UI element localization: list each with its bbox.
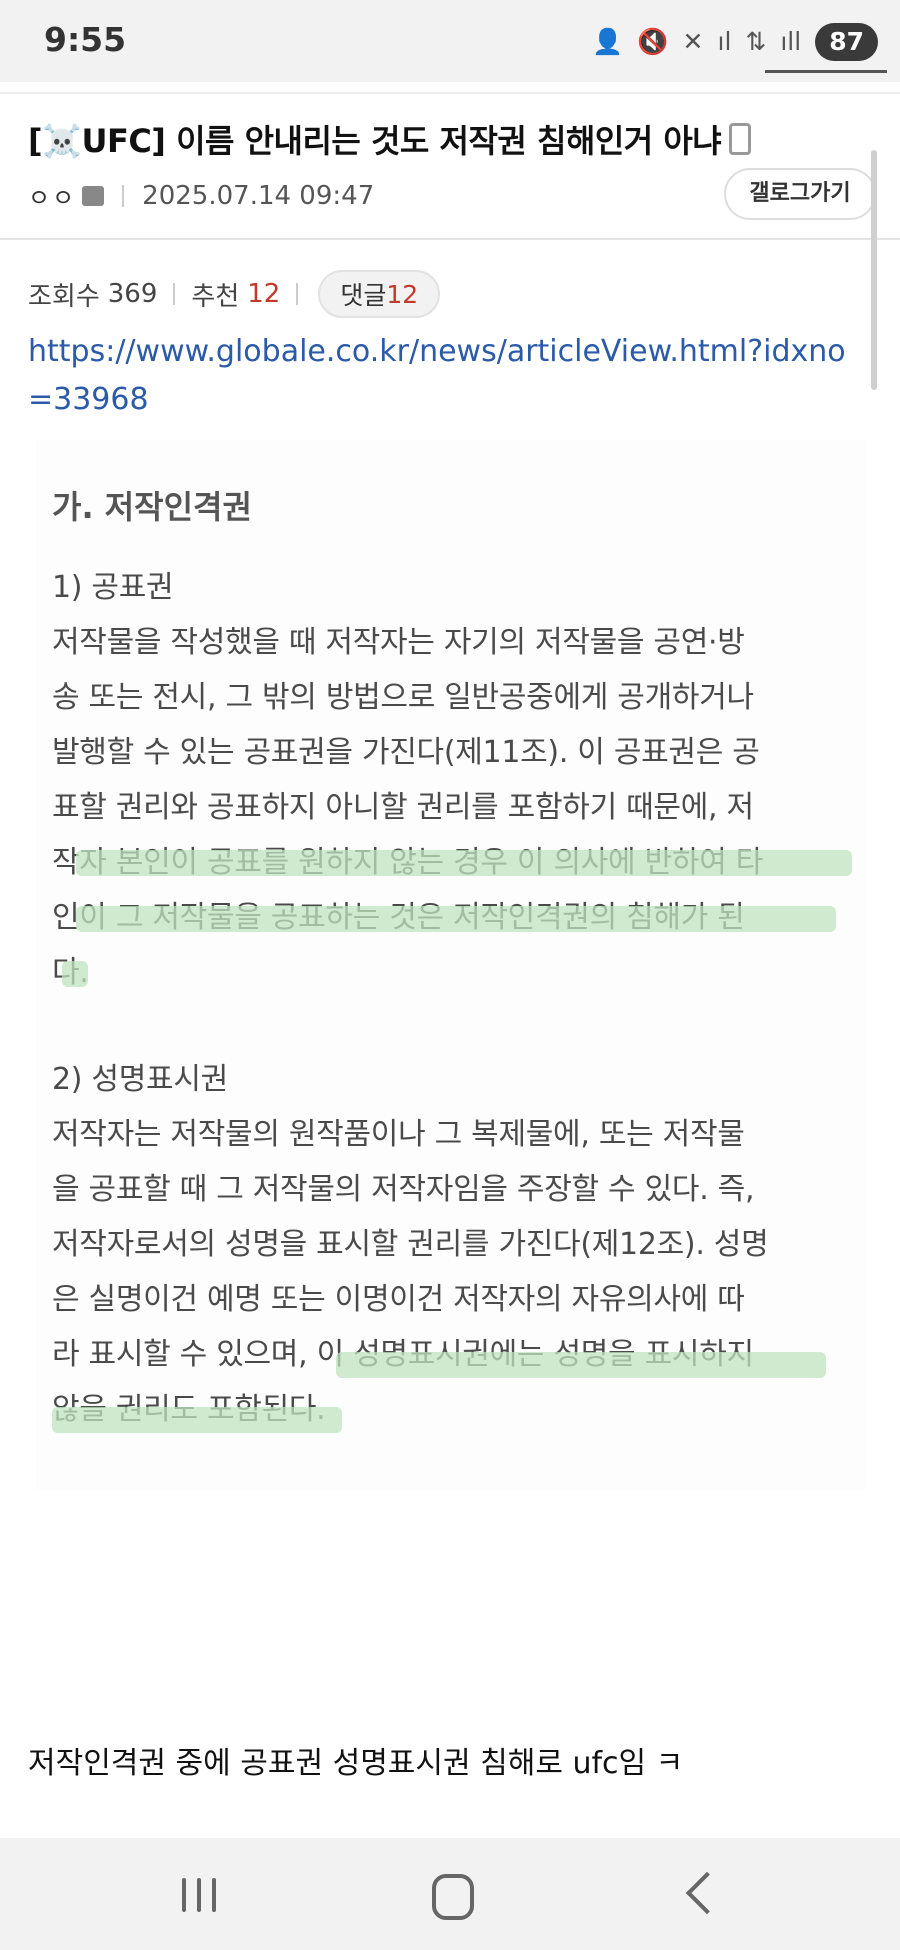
paragraph-line: 송 또는 전시, 그 밖의 방법으로 일반공중에게 공개하거나 [52, 680, 754, 715]
article-link[interactable]: https://www.globale.co.kr/news/articleVi… [28, 328, 868, 424]
paragraph-name-right: 2) 성명표시권 저작자는 저작물의 원작품이나 그 복제물에, 또는 저작물 … [52, 1052, 872, 1437]
header-underline [765, 70, 887, 73]
paragraph-line: 발행할 수 있는 공표권을 가진다(제11조). 이 공표권은 공 [52, 735, 760, 770]
lte-4g-icon: ⇅ [745, 27, 767, 56]
paragraph-line: 2) 성명표시권 [52, 1062, 228, 1097]
paragraph-line: 표할 권리와 공표하지 아니할 권리를 포함하기 때문에, 저 [52, 790, 754, 825]
paragraph-line: 저작물을 작성했을 때 저작자는 자기의 저작물을 공연·방 [52, 625, 745, 660]
post-datetime: 2025.07.14 09:47 [142, 180, 375, 211]
no-alarm-icon: ✕ [682, 27, 704, 56]
likes-count: 12 [247, 279, 281, 309]
paragraph-line: 다. [52, 945, 872, 1000]
likes-label: 추천 [191, 281, 240, 312]
highlight-mark [336, 1352, 826, 1378]
post-meta: ㅇㅇ 2025.07.14 09:47 [28, 178, 374, 213]
mobile-icon [729, 123, 752, 155]
profile-sync-icon: 👤 [592, 27, 624, 56]
highlight-mark [62, 961, 88, 987]
meta-separator [122, 184, 125, 207]
gallery-log-button[interactable]: 갤로그가기 [724, 168, 876, 220]
signal-r-icon: ıl [717, 27, 732, 56]
stats-separator [296, 283, 299, 305]
article-screenshot-image: 가. 저작인격권 1) 공표권 저작물을 작성했을 때 저작자는 자기의 저작물… [36, 440, 866, 1490]
author-name[interactable]: ㅇㅇ [28, 178, 76, 213]
paragraph-line: 저작자로서의 성명을 표시할 권리를 가진다(제12조). 성명 [52, 1227, 769, 1262]
section-title: 가. 저작인격권 [52, 488, 252, 526]
views-count: 369 [107, 279, 158, 309]
scrollbar[interactable] [871, 150, 877, 390]
comments-label: 댓글 [340, 281, 387, 310]
paragraph-publication-right: 1) 공표권 저작물을 작성했을 때 저작자는 자기의 저작물을 공연·방 송 … [52, 560, 872, 1000]
post-title-text: [☠️UFC] 이름 안내리는 것도 저작권 침해인거 아냐 [28, 122, 722, 160]
post-stats: 조회수 369 추천 12 댓글 12 [28, 270, 441, 318]
back-icon[interactable] [685, 1871, 729, 1915]
paragraph-line: 1) 공표권 [52, 570, 174, 605]
status-time: 9:55 [44, 20, 127, 59]
post-body-text: 저작인격권 중에 공표권 성명표시권 침해로 ufc임 ㅋ [28, 1746, 684, 1781]
views-label: 조회수 [28, 281, 100, 312]
highlight-mark [76, 850, 852, 876]
stats-separator [173, 283, 176, 305]
comments-button[interactable]: 댓글 12 [318, 270, 441, 318]
mute-icon: 🔇 [637, 27, 669, 56]
highlight-mark [52, 1407, 342, 1433]
highlight-mark [76, 906, 836, 932]
signal-icon: ıll [780, 27, 802, 56]
paragraph-line: 을 공표할 때 그 저작물의 저작자임을 주장할 수 있다. 즉, [52, 1172, 755, 1207]
post-title: [☠️UFC] 이름 안내리는 것도 저작권 침해인거 아냐 [28, 116, 788, 162]
battery-indicator: 87 [815, 23, 878, 61]
recent-apps-icon[interactable] [182, 1878, 216, 1912]
comments-count: 12 [386, 279, 419, 309]
home-icon[interactable] [432, 1874, 474, 1920]
header-divider [0, 92, 900, 94]
member-level-icon [82, 185, 105, 206]
paragraph-line: 저작자는 저작물의 원작품이나 그 복제물에, 또는 저작물 [52, 1117, 745, 1152]
system-nav-bar [0, 1838, 900, 1950]
status-icons: 👤 🔇 ✕ ıl ⇅ ıll 87 [592, 22, 878, 62]
paragraph-line: 은 실명이건 예명 또는 이명이건 저작자의 자유의사에 따 [52, 1282, 745, 1317]
header-bottom-divider [0, 238, 900, 240]
